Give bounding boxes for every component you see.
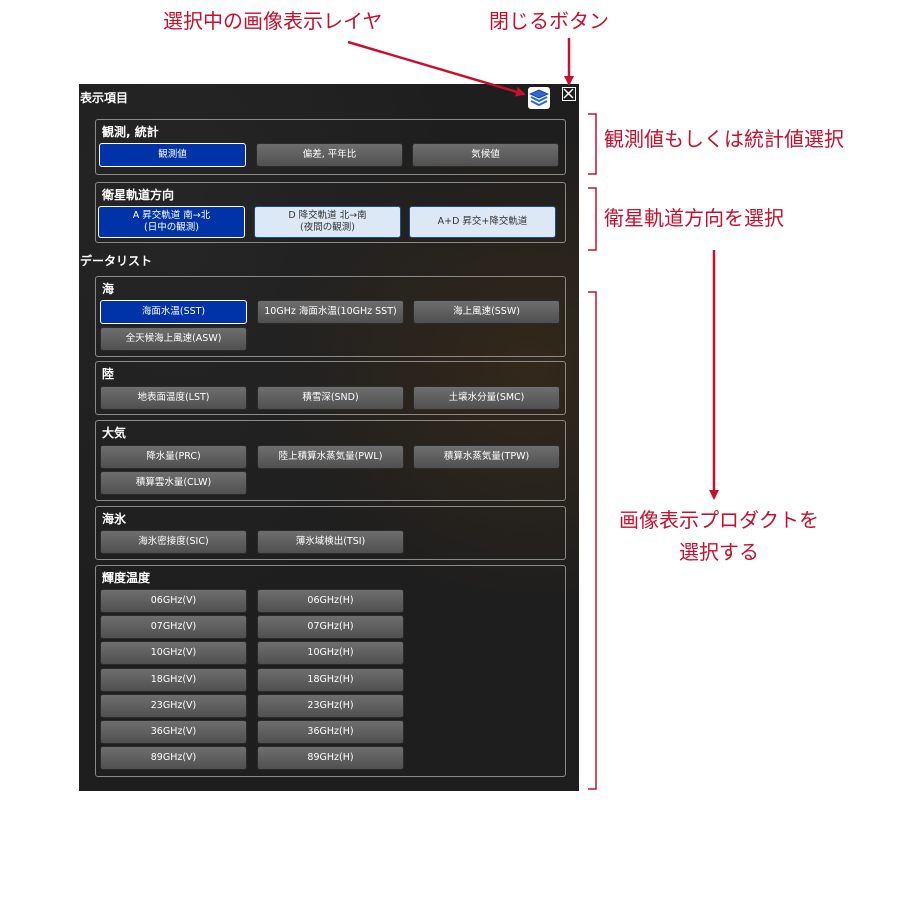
arrow-to-layer-icon bbox=[347, 40, 526, 97]
bracket-obs-stat bbox=[588, 113, 597, 175]
annotation-arrows bbox=[347, 38, 719, 790]
bracket-products bbox=[588, 291, 597, 790]
bracket-orbit bbox=[588, 187, 597, 251]
